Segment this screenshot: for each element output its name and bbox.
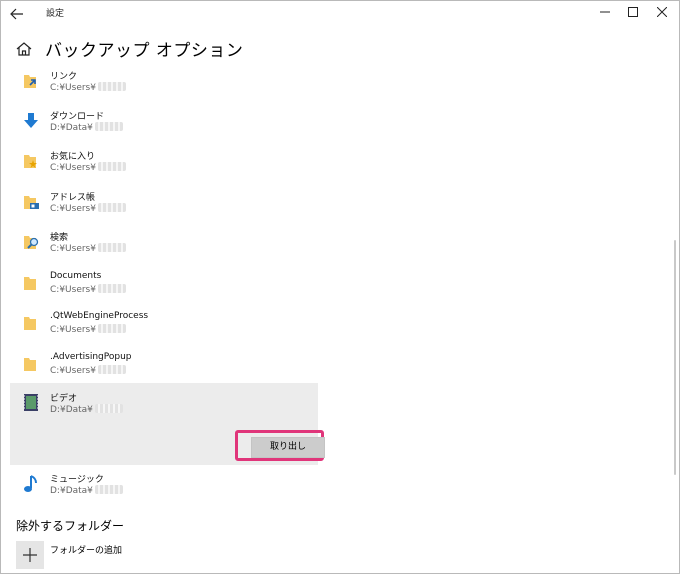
back-button[interactable] — [10, 5, 26, 20]
add-folder-label: フォルダーの追加 — [50, 546, 123, 556]
folder-path: C:¥Users¥ — [50, 365, 126, 376]
videos-folder-icon — [24, 394, 38, 411]
contacts-folder-icon — [24, 196, 39, 209]
folder-item-links[interactable]: リンク C:¥Users¥ — [10, 64, 318, 104]
favorites-folder-icon — [24, 155, 37, 168]
folder-item-advertisingpopup[interactable]: .AdvertisingPopup C:¥Users¥ — [10, 347, 318, 387]
folder-name: アドレス帳 — [50, 193, 96, 203]
home-icon[interactable] — [16, 42, 32, 56]
folder-path: D:¥Data¥ — [50, 404, 123, 415]
folder-name: ビデオ — [50, 394, 78, 404]
folder-path: C:¥Users¥ — [50, 162, 126, 173]
add-folder-button[interactable]: フォルダーの追加 — [16, 541, 216, 571]
page-title: バックアップ オプション — [45, 41, 244, 61]
folder-path: D:¥Data¥ — [50, 122, 123, 133]
excluded-folders-title: 除外するフォルダー — [16, 519, 125, 533]
close-icon — [657, 7, 667, 17]
add-box — [16, 541, 44, 569]
close-button[interactable] — [649, 3, 675, 21]
folder-path: C:¥Users¥ — [50, 82, 126, 93]
folder-name: .QtWebEngineProcess — [50, 311, 149, 321]
folder-item-favorites[interactable]: お気に入り C:¥Users¥ — [10, 144, 318, 184]
scrollbar[interactable] — [674, 240, 676, 475]
maximize-icon — [628, 7, 638, 17]
app-title: 設定 — [46, 9, 65, 19]
download-arrow-icon — [24, 113, 38, 128]
folder-item-music[interactable]: ミュージック D:¥Data¥ — [10, 467, 318, 507]
folder-path: C:¥Users¥ — [50, 203, 126, 214]
folder-name: .AdvertisingPopup — [50, 352, 132, 362]
folder-name: ダウンロード — [50, 112, 105, 122]
links-folder-icon — [24, 75, 36, 88]
folder-name: お気に入り — [50, 152, 96, 162]
searches-folder-icon — [24, 236, 39, 249]
folder-item-qtwebengine[interactable]: .QtWebEngineProcess C:¥Users¥ — [10, 306, 318, 346]
folder-item-documents[interactable]: Documents C:¥Users¥ — [10, 266, 318, 306]
folder-icon — [24, 277, 36, 290]
folder-icon — [24, 358, 36, 371]
folder-path: C:¥Users¥ — [50, 243, 126, 254]
maximize-button[interactable] — [620, 3, 646, 21]
folder-item-contacts[interactable]: アドレス帳 C:¥Users¥ — [10, 185, 318, 225]
folder-path: C:¥Users¥ — [50, 324, 126, 335]
page-header: バックアップ オプション — [0, 34, 680, 64]
folder-icon — [24, 317, 36, 330]
eject-button[interactable]: 取り出し — [251, 437, 325, 458]
folder-path: D:¥Data¥ — [50, 485, 123, 496]
folder-name: ミュージック — [50, 475, 104, 485]
folder-item-videos[interactable]: ビデオ D:¥Data¥ 取り出し — [10, 383, 325, 465]
minimize-icon — [600, 11, 610, 13]
minimize-button[interactable] — [592, 3, 618, 21]
folder-name: 検索 — [50, 233, 69, 243]
back-arrow-icon — [10, 8, 23, 20]
folder-name: Documents — [50, 271, 102, 281]
folder-name: リンク — [50, 72, 78, 82]
music-note-icon — [24, 475, 37, 492]
title-bar: 設定 — [1, 1, 679, 23]
plus-icon — [23, 548, 37, 562]
folder-item-downloads[interactable]: ダウンロード D:¥Data¥ — [10, 104, 318, 144]
folder-path: C:¥Users¥ — [50, 284, 126, 295]
folder-item-searches[interactable]: 検索 C:¥Users¥ — [10, 225, 318, 265]
